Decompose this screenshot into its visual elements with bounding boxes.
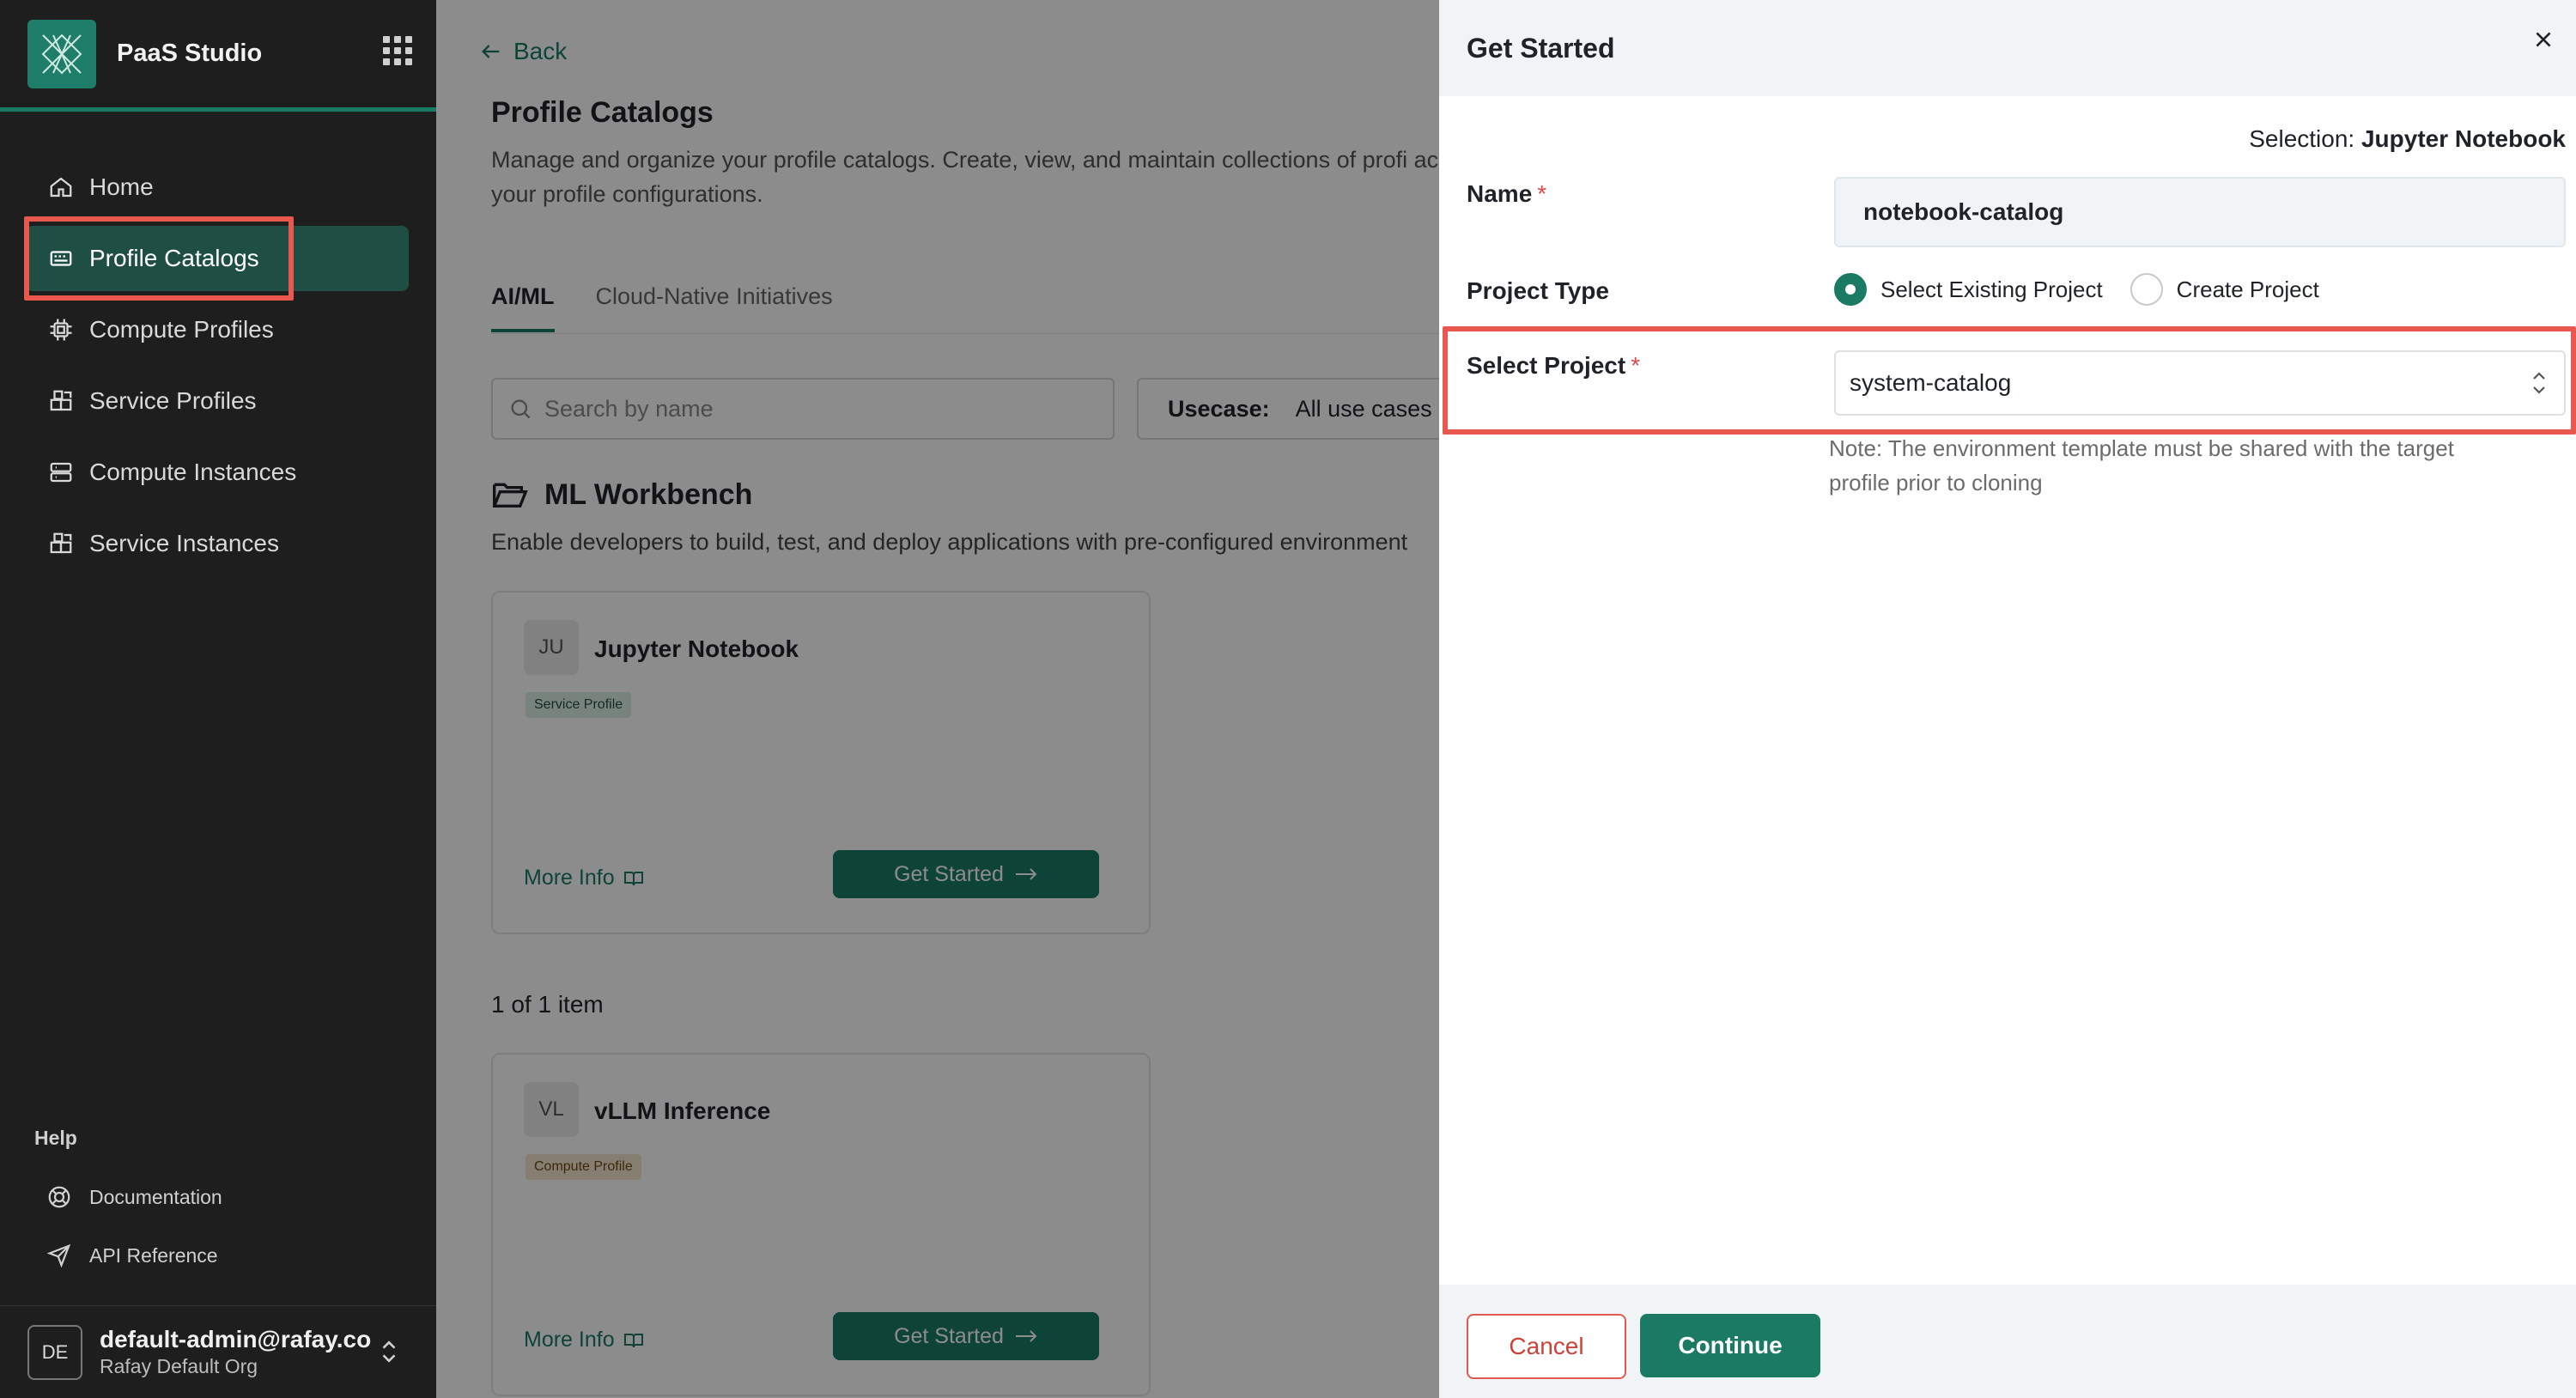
project-type-radio-group: Select Existing Project Create Project [1834,273,2347,306]
highlight-box-profile-catalogs [24,216,294,301]
required-mark: * [1537,180,1547,207]
drawer-header: Get Started [1439,0,2576,96]
sidebar: PaaS Studio Home Profile Catalogs Comput… [0,0,436,1398]
selection-value: Jupyter Notebook [2360,125,2566,152]
sidebar-item-home[interactable]: Home [26,155,409,220]
blocks-icon [46,529,76,558]
project-type-label: Project Type [1467,277,1609,304]
server-icon [46,458,76,487]
name-label-text: Name [1467,180,1533,207]
send-icon [45,1241,74,1270]
radio-unchecked-icon [2129,273,2163,306]
drawer-footer: Cancel Continue [1439,1285,2576,1398]
apps-grid-icon[interactable] [383,36,412,65]
avatar: DE [27,1324,82,1380]
sidebar-item-label: Service Instances [89,530,279,556]
sidebar-item-label: Service Profiles [89,387,257,414]
radio-select-existing-project[interactable]: Select Existing Project [1834,273,2103,306]
sidebar-item-compute-instances[interactable]: Compute Instances [26,440,409,505]
help-heading: Help [34,1127,77,1149]
logo[interactable] [27,19,96,88]
close-icon[interactable] [2526,22,2561,57]
sidebar-item-service-profiles[interactable]: Service Profiles [26,368,409,434]
app-title: PaaS Studio [117,40,263,67]
lifebuoy-icon [45,1182,74,1212]
cancel-button[interactable]: Cancel [1467,1314,1626,1379]
user-info: default-admin@rafay.co Rafay Default Org [100,1326,371,1378]
radio-label: Select Existing Project [1880,276,2103,302]
modal-overlay[interactable] [436,0,1439,1398]
cpu-icon [46,315,76,344]
get-started-drawer: Get Started Selection: Jupyter Notebook … [1439,0,2576,1398]
continue-button[interactable]: Continue [1640,1314,1820,1377]
radio-create-project[interactable]: Create Project [2129,273,2319,306]
help-item-api-reference[interactable]: API Reference [45,1241,218,1270]
help-item-label: Documentation [89,1185,222,1208]
sidebar-item-compute-profiles[interactable]: Compute Profiles [26,297,409,362]
selection-summary: Selection: Jupyter Notebook [2249,125,2566,153]
user-org: Rafay Default Org [100,1355,258,1377]
clone-note: Note: The environment template must be s… [1829,435,2454,495]
chevron-up-down-icon[interactable] [378,1337,400,1371]
name-field[interactable]: notebook-catalog [1834,177,2566,247]
highlight-box-select-project [1443,326,2576,435]
radio-checked-icon [1834,273,1867,306]
brand-header: PaaS Studio [0,0,436,112]
help-item-label: API Reference [89,1243,218,1267]
user-menu[interactable]: DE default-admin@rafay.co Rafay Default … [0,1305,436,1398]
help-item-documentation[interactable]: Documentation [45,1182,222,1212]
sidebar-item-service-instances[interactable]: Service Instances [26,511,409,576]
sidebar-item-label: Compute Instances [89,459,297,485]
radio-label: Create Project [2176,276,2319,302]
sidebar-item-label: Compute Profiles [89,316,274,343]
user-email: default-admin@rafay.co [100,1326,372,1352]
name-label: Name * [1467,180,1546,208]
drawer-title: Get Started [1467,32,1615,64]
selection-label: Selection: [2249,125,2355,152]
home-icon [46,173,76,202]
sidebar-item-label: Home [89,173,154,200]
blocks-icon [46,386,76,416]
